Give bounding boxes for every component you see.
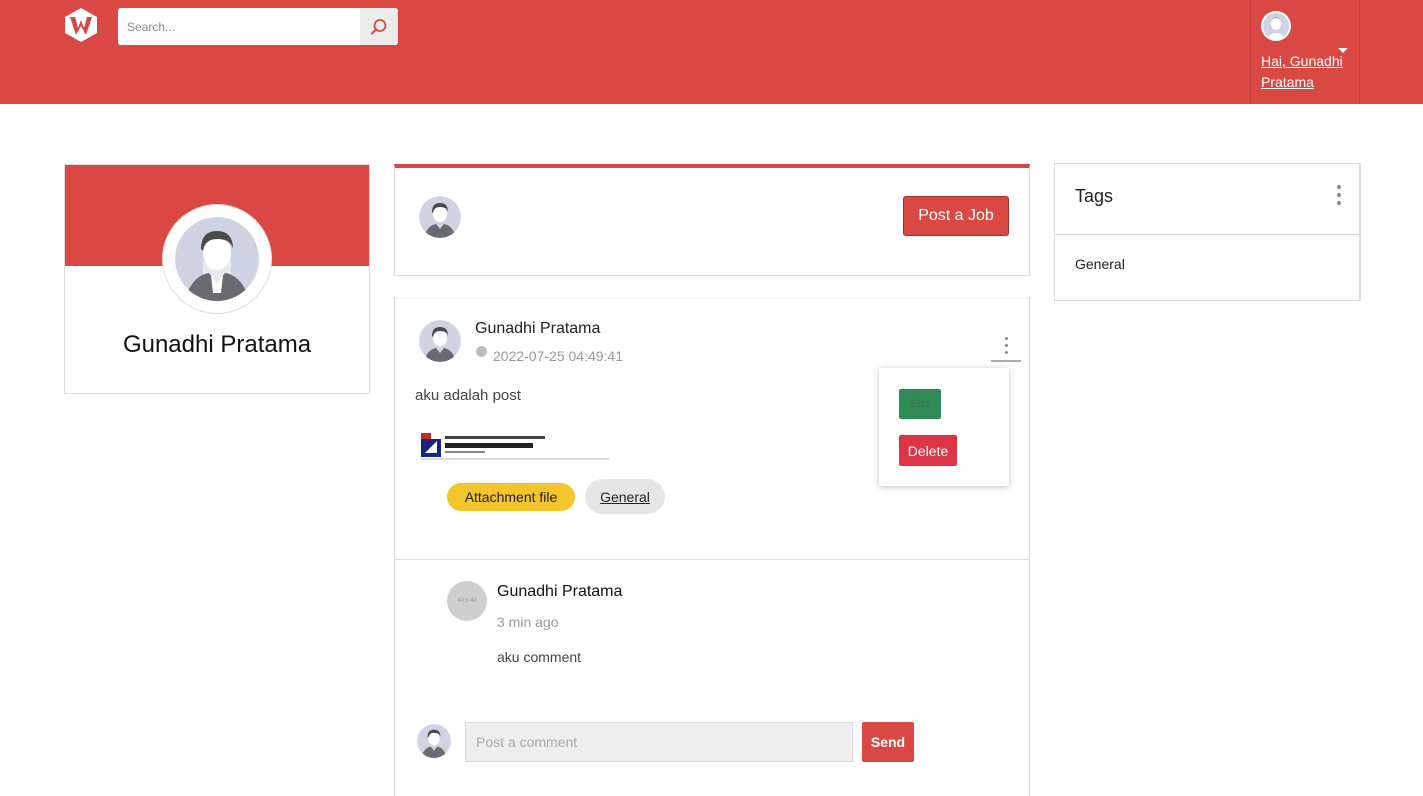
post-text: aku adalah post: [415, 387, 521, 404]
divider: [395, 559, 1029, 560]
clock-icon: [476, 346, 487, 357]
caret-down-icon[interactable]: [1338, 48, 1348, 53]
search-icon: [371, 18, 387, 34]
post-options-kebab-icon[interactable]: [991, 336, 1021, 362]
user-menu[interactable]: Hai, Gunadhi Pratama: [1250, 0, 1360, 104]
search-button[interactable]: [360, 8, 398, 45]
compose-avatar: [419, 196, 461, 238]
post-timestamp: 2022-07-25 04:49:41: [493, 348, 623, 364]
tags-card: Tags General: [1054, 163, 1361, 301]
comment-time: 3 min ago: [497, 614, 559, 630]
post-attachment-image[interactable]: [421, 433, 609, 463]
tags-options-kebab-icon[interactable]: [1331, 184, 1347, 206]
profile-card: Gunadhi Pratama: [64, 164, 370, 394]
profile-avatar-frame: [162, 204, 272, 314]
w-logo-icon[interactable]: [62, 6, 100, 44]
comment-author-name: Gunadhi Pratama: [497, 583, 623, 600]
delete-post-button[interactable]: Delete: [899, 435, 957, 466]
post-author-name: Gunadhi Pratama: [475, 320, 601, 337]
comment-input[interactable]: [465, 722, 853, 762]
post-tag-chip[interactable]: General: [585, 479, 665, 514]
post-author-avatar: [419, 320, 461, 362]
comment-avatar: 40 x 40: [447, 581, 487, 621]
send-comment-button[interactable]: Send: [862, 722, 914, 762]
user-avatar[interactable]: [1261, 11, 1291, 41]
top-navbar: Hai, Gunadhi Pratama: [0, 0, 1423, 104]
tag-item-general[interactable]: General: [1075, 256, 1125, 272]
user-greeting-link[interactable]: Hai, Gunadhi Pratama: [1261, 51, 1347, 93]
profile-avatar[interactable]: [175, 217, 259, 301]
search-input[interactable]: [118, 8, 360, 45]
comment-text: aku comment: [497, 649, 582, 665]
post-card: Gunadhi Pratama 2022-07-25 04:49:41 aku …: [394, 297, 1030, 796]
divider: [1055, 234, 1360, 235]
post-a-job-button[interactable]: Post a Job: [903, 196, 1009, 236]
attachment-file-chip[interactable]: Attachment file: [447, 483, 575, 511]
edit-post-button[interactable]: Edit: [899, 389, 941, 419]
reply-avatar: [417, 724, 451, 758]
compose-card: Post a Job: [394, 164, 1030, 276]
tags-title: Tags: [1075, 186, 1114, 206]
post-options-menu: Edit Delete: [879, 368, 1009, 486]
search-box: [118, 8, 398, 45]
profile-name: Gunadhi Pratama: [122, 331, 312, 358]
